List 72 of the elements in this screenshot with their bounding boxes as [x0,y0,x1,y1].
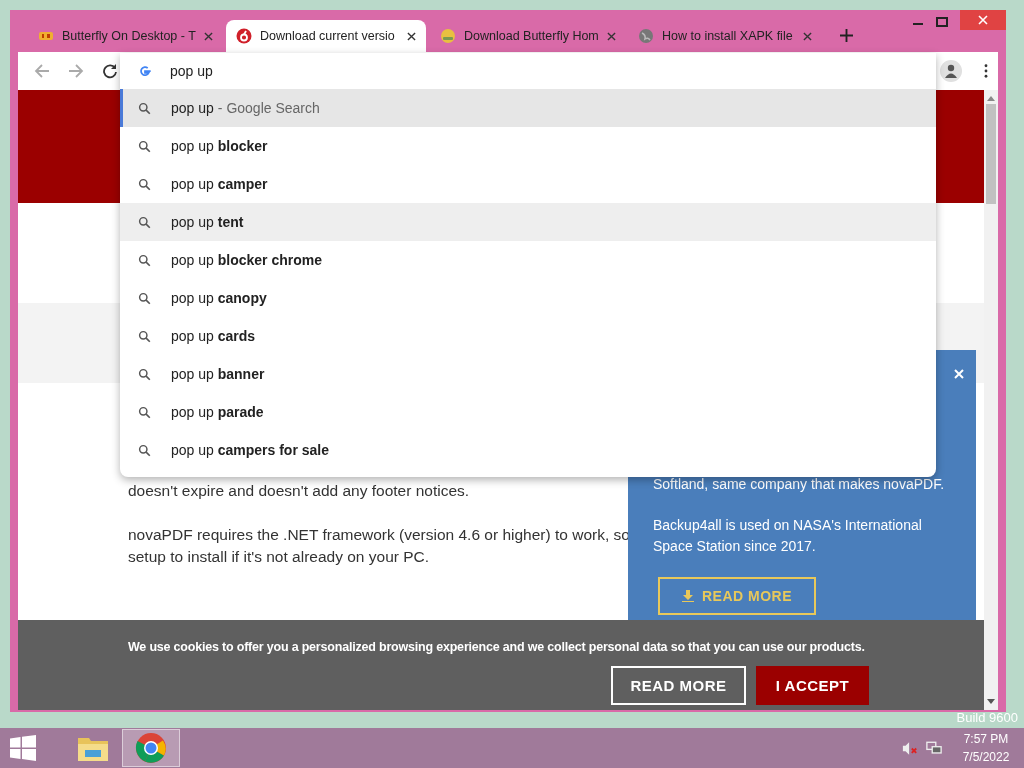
clock-time: 7:57 PM [963,731,1009,748]
suggestion-item[interactable]: pop up camper [120,165,936,203]
search-icon [138,215,151,229]
suggestion-text: pop up campers for sale [171,442,329,458]
scrollbar-thumb[interactable] [986,104,996,204]
suggestion-item[interactable]: pop up blocker chrome [120,241,936,279]
suggestion-item[interactable]: pop up banner [120,355,936,393]
suggestion-item[interactable]: pop up blocker [120,127,936,165]
globe-icon [638,28,654,44]
suggestion-item[interactable]: pop up parade [120,393,936,431]
tab-title: Download Butterfly Hom [464,29,599,43]
start-icon[interactable] [10,735,36,761]
search-icon [138,405,151,419]
google-icon [138,64,152,78]
browser-tab[interactable]: Download Butterfly Hom [430,20,624,52]
download-icon [682,590,694,602]
close-button[interactable] [960,10,1006,30]
suggestion-item[interactable]: pop up - Google Search [120,89,936,127]
search-icon [138,253,151,267]
menu-icon[interactable] [984,64,988,78]
forward-icon[interactable] [68,63,84,79]
suggestion-text: pop up parade [171,404,264,420]
promo-text: Backup4all is used on NASA's International Space Station since 2017. [653,516,923,556]
paragraph: doesn't expire and doesn't add any footer notices. [128,481,470,501]
suggestion-text: pop up camper [171,176,268,192]
build-label: Build 9600 [956,710,1018,726]
close-icon [978,15,988,25]
address-field[interactable]: pop up [170,63,770,79]
tab-title: Download current versio [260,29,396,43]
read-more-button[interactable]: READ MORE [611,666,746,705]
promo-text: Softland, same company that makes novaPDF. [653,475,946,494]
browser-tab[interactable]: How to install XAPK file [628,20,822,52]
chrome-icon[interactable] [122,729,180,767]
suggestion-item[interactable]: pop up campers for sale [120,431,936,469]
profile-icon[interactable] [940,60,962,82]
search-icon [138,177,151,191]
suggestion-item[interactable]: pop up canopy [120,279,936,317]
search-icon [138,101,151,115]
favicon-icon [236,28,252,44]
close-icon[interactable] [407,31,416,41]
suggestion-text: pop up banner [171,366,265,382]
browser-tab[interactable]: Butterfly On Desktop - T [28,20,222,52]
scroll-down-icon[interactable] [987,699,995,705]
muted-speaker-icon[interactable] [902,740,918,756]
scrollbar[interactable] [984,90,998,710]
clock-date: 7/5/2022 [962,749,1010,766]
suggestion-text: pop up blocker chrome [171,252,322,268]
search-icon [138,329,151,343]
suggestion-text: pop up [171,100,214,116]
scroll-up-icon[interactable] [987,95,995,101]
search-icon [138,443,151,457]
back-icon[interactable] [34,63,50,79]
tab-title: Butterfly On Desktop - T [62,29,196,43]
new-tab-icon[interactable] [840,29,853,42]
network-icon[interactable] [926,740,942,756]
browser-tab[interactable]: Download current versio [226,20,426,52]
suggestion-text: pop up tent [171,214,244,230]
search-icon [138,139,151,153]
cookie-notice: We use cookies to offer you a personalized browsing experience and we collect personal data so that you can use our products. [128,640,866,654]
tab-title: How to install XAPK file [662,29,794,43]
favicon-icon [440,28,456,44]
maximize-icon[interactable] [936,16,948,28]
suggestion-item[interactable]: pop up tent [120,203,936,241]
suggestion-item[interactable]: pop up cards [120,317,936,355]
suggestion-text: pop up cards [171,328,256,344]
suggestion-text: pop up canopy [171,290,267,306]
suggestion-hint: - Google Search [217,100,320,116]
search-icon [138,291,151,305]
suggestion-text: pop up blocker [171,138,268,154]
accept-button[interactable]: I ACCEPT [756,666,869,705]
search-icon [138,367,151,381]
reload-icon[interactable] [102,63,118,79]
